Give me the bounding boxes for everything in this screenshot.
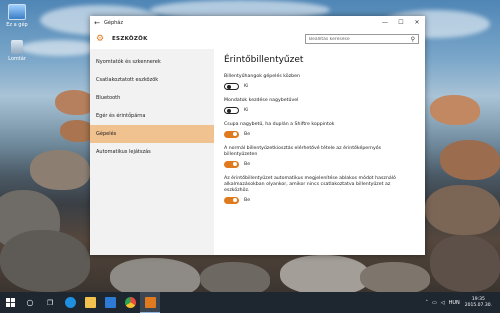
setting-label: Az érintőbillentyűzet automatikus megjel… xyxy=(224,176,396,193)
volume-icon[interactable]: ◁ xyxy=(441,300,445,306)
key-sounds-toggle[interactable] xyxy=(224,83,239,90)
settings-icon[interactable] xyxy=(140,292,160,313)
close-button[interactable]: ✕ xyxy=(409,19,425,26)
network-icon[interactable]: ▭ xyxy=(432,300,437,306)
search-icon[interactable]: ⚲ xyxy=(411,36,415,43)
toggle-state: Ki xyxy=(244,108,249,113)
section-title: ESZKÖZÖK xyxy=(112,36,148,42)
desktop-icon-this-pc[interactable]: Ez a gép xyxy=(2,4,32,28)
desktop-icon-label: Ez a gép xyxy=(6,22,28,28)
clock-date: 2015.07.30. xyxy=(464,302,492,308)
setting-key-sounds: Billentyűhangok gépelés közben Ki xyxy=(224,74,415,90)
edge-browser-icon[interactable] xyxy=(60,292,80,313)
settings-header: ⚙ ESZKÖZÖK ⚲ xyxy=(90,29,425,49)
toggle-state: Ki xyxy=(244,84,249,89)
settings-nav: Nyomtatók és szkennerek Csatlakoztatott … xyxy=(90,49,214,255)
nav-item-bluetooth[interactable]: Bluetooth xyxy=(90,89,214,107)
nav-item-connected-devices[interactable]: Csatlakoztatott eszközök xyxy=(90,71,214,89)
search-input[interactable] xyxy=(309,36,411,42)
recycle-bin-icon xyxy=(11,40,23,54)
windows-start-icon[interactable] xyxy=(0,292,20,313)
back-arrow-icon[interactable]: ← xyxy=(90,19,104,27)
toggle-state: Be xyxy=(244,162,251,167)
window-title: Gépház xyxy=(104,19,123,26)
language-indicator[interactable]: HUN xyxy=(449,300,460,306)
system-tray: ˄ ▭ ◁ HUN 19:35 2015.07.30. xyxy=(422,297,500,308)
chrome-icon[interactable] xyxy=(120,292,140,313)
task-view-icon[interactable]: ❐ xyxy=(40,292,60,313)
search-icon[interactable]: ○ xyxy=(20,292,40,313)
setting-auto-show-keyboard: Az érintőbillentyűzet automatikus megjel… xyxy=(224,176,415,204)
setting-label: Mondatok kezdése nagybetűvel xyxy=(224,98,299,103)
nav-item-printers[interactable]: Nyomtatók és szkennerek xyxy=(90,53,214,71)
toggle-state: Be xyxy=(244,132,251,137)
computer-icon xyxy=(8,4,26,20)
nav-item-typing[interactable]: Gépelés xyxy=(90,125,214,143)
standard-layout-toggle[interactable] xyxy=(224,161,239,168)
auto-show-keyboard-toggle[interactable] xyxy=(224,197,239,204)
minimize-button[interactable]: — xyxy=(377,19,393,26)
setting-standard-layout: A normál billentyűzetkiosztás elérhetővé… xyxy=(224,146,415,168)
toggle-state: Be xyxy=(244,198,251,203)
desktop-icon-recycle-bin[interactable]: Lomtár xyxy=(2,40,32,62)
maximize-button[interactable]: ☐ xyxy=(393,19,409,26)
settings-content: Érintőbillentyűzet Billentyűhangok gépel… xyxy=(214,49,425,255)
setting-label: A normál billentyűzetkiosztás elérhetővé… xyxy=(224,146,382,157)
clock[interactable]: 19:35 2015.07.30. xyxy=(465,297,492,308)
file-explorer-icon[interactable] xyxy=(80,292,100,313)
store-icon[interactable] xyxy=(100,292,120,313)
chevron-up-icon[interactable]: ˄ xyxy=(426,300,429,306)
caps-lock-toggle[interactable] xyxy=(224,131,239,138)
settings-window: ← Gépház — ☐ ✕ ⚙ ESZKÖZÖK ⚲ Nyomtatók és… xyxy=(90,16,425,255)
setting-label: Csupa nagybetű, ha duplán a Shiftre kopp… xyxy=(224,122,335,127)
page-heading: Érintőbillentyűzet xyxy=(224,55,304,65)
setting-capitalize: Mondatok kezdése nagybetűvel Ki xyxy=(224,98,415,114)
capitalize-toggle[interactable] xyxy=(224,107,239,114)
nav-item-autoplay[interactable]: Automatikus lejátszás xyxy=(90,143,214,161)
setting-label: Billentyűhangok gépelés közben xyxy=(224,74,300,79)
search-box[interactable]: ⚲ xyxy=(305,34,419,44)
taskbar: ○ ❐ ˄ ▭ ◁ HUN 19:35 2015.07.30. xyxy=(0,292,500,313)
desktop-icon-label: Lomtár xyxy=(8,56,26,62)
nav-item-mouse-touchpad[interactable]: Egér és érintőpárna xyxy=(90,107,214,125)
setting-caps-lock: Csupa nagybetű, ha duplán a Shiftre kopp… xyxy=(224,122,415,138)
gear-icon: ⚙ xyxy=(96,34,105,44)
window-titlebar[interactable]: ← Gépház — ☐ ✕ xyxy=(90,16,425,29)
